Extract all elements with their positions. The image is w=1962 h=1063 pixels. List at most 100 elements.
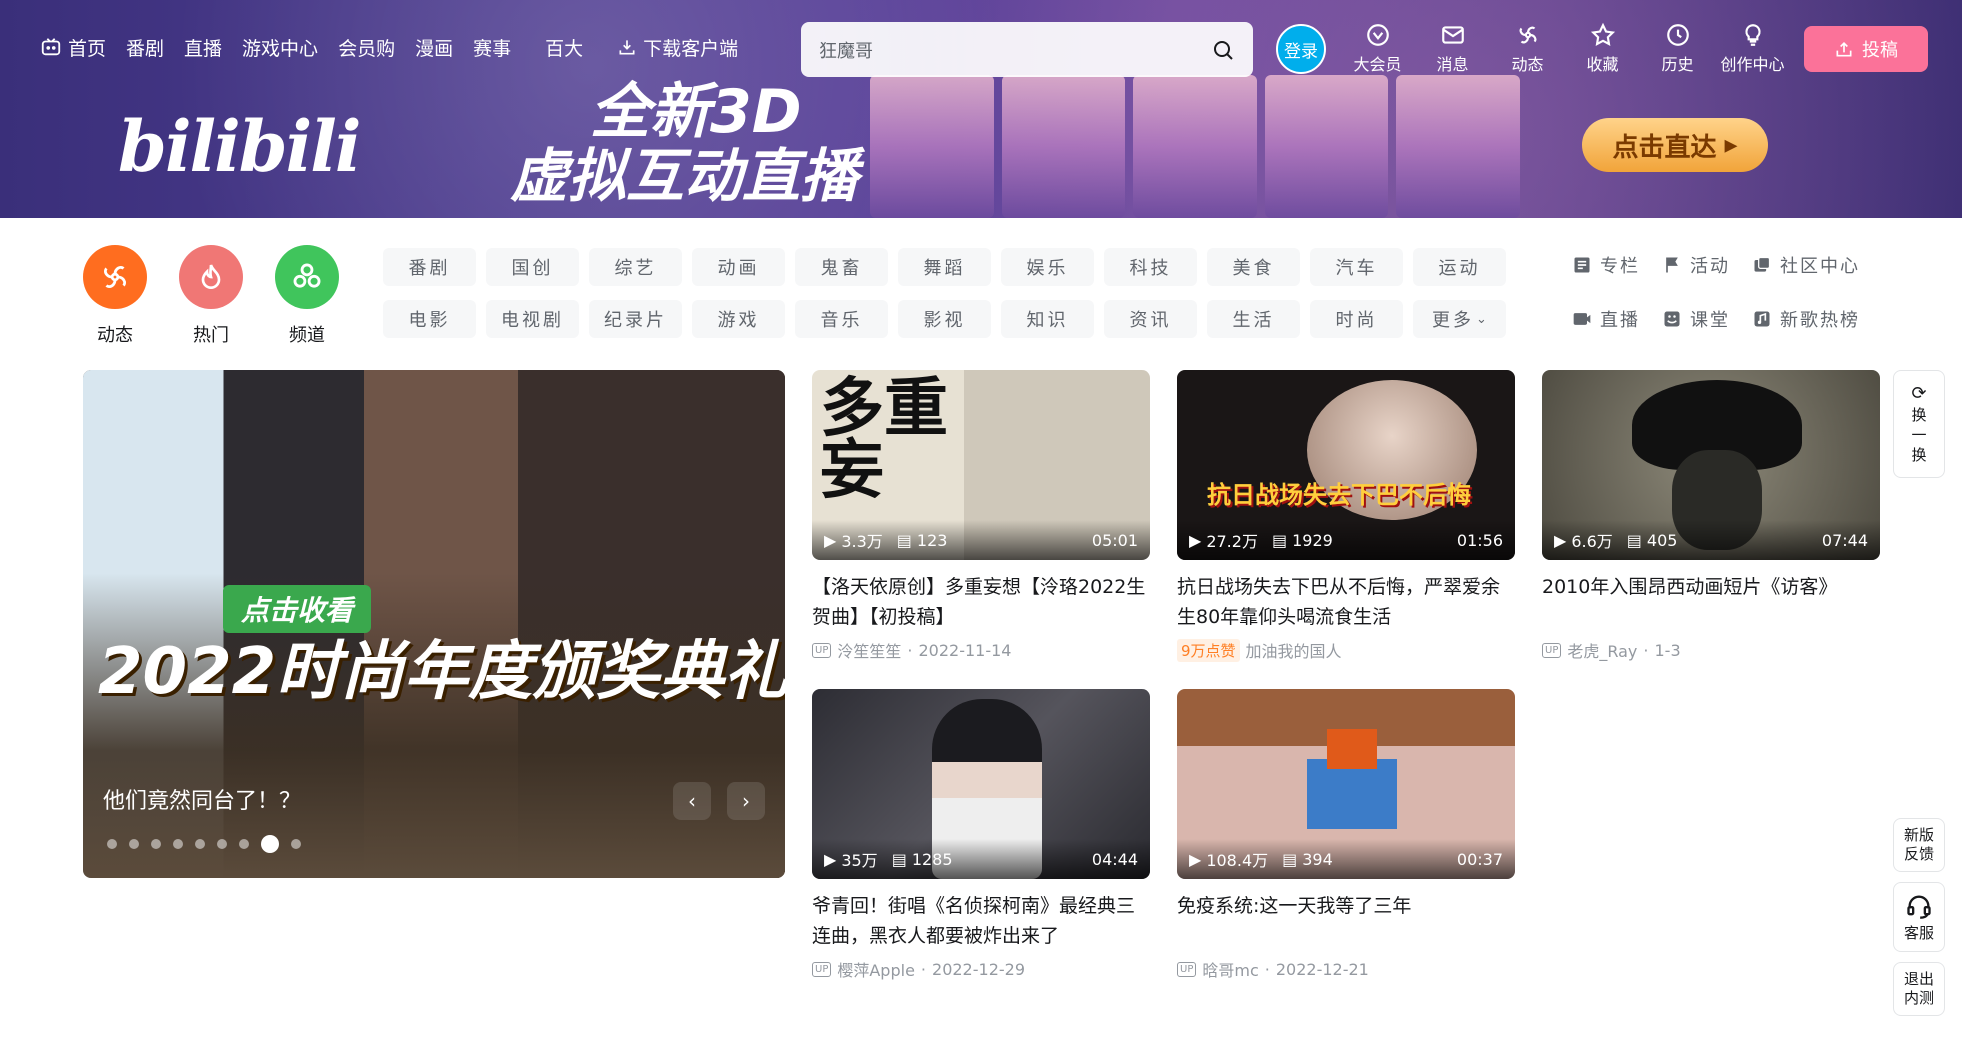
channel-tv[interactable]: 电视剧 <box>486 300 579 338</box>
extra-class[interactable]: 课堂 <box>1662 302 1730 336</box>
nav-item-esports[interactable]: 赛事 <box>463 34 521 61</box>
nav-item-manga[interactable]: 漫画 <box>405 34 463 61</box>
channel-kichiku[interactable]: 鬼畜 <box>795 248 888 286</box>
nav-vip[interactable]: 大会员 <box>1340 22 1415 75</box>
thumbnail-block-figure <box>1307 759 1397 829</box>
carousel-dot[interactable] <box>239 839 249 849</box>
video-thumbnail[interactable]: ▶ 6.6万 ▤ 405 07:44 <box>1542 370 1880 560</box>
extra-activity[interactable]: 活动 <box>1662 248 1730 282</box>
nav-item-bangumi[interactable]: 番剧 <box>116 34 174 61</box>
channel-knowledge[interactable]: 知识 <box>1001 300 1094 338</box>
video-thumbnail[interactable]: 抗日战场失去下巴不后悔 ▶ 27.2万 ▤ 1929 01:56 <box>1177 370 1515 560</box>
carousel-prev-button[interactable]: ‹ <box>673 782 711 820</box>
feedback-button[interactable]: 新版反馈 <box>1893 818 1945 872</box>
video-author[interactable]: 晗哥mc <box>1202 957 1258 981</box>
channel-music[interactable]: 音乐 <box>795 300 888 338</box>
nav-item-home[interactable]: 首页 <box>30 34 116 61</box>
login-button[interactable]: 登录 <box>1276 24 1326 74</box>
video-author[interactable]: 老虎_Ray <box>1567 638 1637 662</box>
video-thumbnail[interactable]: ▶ 108.4万 ▤ 394 00:37 <box>1177 689 1515 879</box>
banner-line2: 虚拟互动直播 <box>510 141 859 210</box>
featured-carousel[interactable]: 点击收看 2022时尚年度颁奖典礼！ 他们竟然同台了！？ ‹ › <box>83 370 785 878</box>
channel-game[interactable]: 游戏 <box>692 300 785 338</box>
extra-article[interactable]: 专栏 <box>1572 248 1640 282</box>
channel-sports[interactable]: 运动 <box>1413 248 1506 286</box>
channel-variety[interactable]: 综艺 <box>589 248 682 286</box>
nav-item-mall[interactable]: 会员购 <box>328 34 405 61</box>
channel-film[interactable]: 影视 <box>898 300 991 338</box>
channel-food[interactable]: 美食 <box>1207 248 1300 286</box>
channel-entertainment[interactable]: 娱乐 <box>1001 248 1094 286</box>
carousel-dot[interactable] <box>217 839 227 849</box>
channel-dance[interactable]: 舞蹈 <box>898 248 991 286</box>
nav-item-game-center[interactable]: 游戏中心 <box>232 34 328 61</box>
channel-grid: 番剧 国创 综艺 动画 鬼畜 舞蹈 娱乐 科技 美食 汽车 运动 电影 电视剧 … <box>383 248 1506 338</box>
channel-life[interactable]: 生活 <box>1207 300 1300 338</box>
nav-dynamic[interactable]: 动态 <box>1490 22 1565 75</box>
channel-more[interactable]: 更多 ⌄ <box>1413 300 1506 338</box>
carousel-dot[interactable] <box>291 839 301 849</box>
video-author[interactable]: 泠笙笙笙 <box>837 638 901 662</box>
video-thumbnail[interactable]: ▶ 35万 ▤ 1285 04:44 <box>812 689 1150 879</box>
nav-history[interactable]: 历史 <box>1640 22 1715 75</box>
exit-beta-button[interactable]: 退出内测 <box>1893 962 1945 1016</box>
nav-message[interactable]: 消息 <box>1415 22 1490 75</box>
extra-community[interactable]: 社区中心 <box>1752 248 1860 282</box>
channel-news[interactable]: 资讯 <box>1104 300 1197 338</box>
banner-cta-button[interactable]: 点击直达 ▸ <box>1582 118 1768 172</box>
carousel-dot[interactable] <box>173 839 183 849</box>
channel-documentary[interactable]: 纪录片 <box>589 300 682 338</box>
video-title[interactable]: 免疫系统:这一天我等了三年 <box>1177 891 1515 951</box>
carousel-dot[interactable] <box>151 839 161 849</box>
channel-car[interactable]: 汽车 <box>1310 248 1403 286</box>
refresh-button[interactable]: ⟳ 换一换 <box>1893 370 1945 478</box>
channel-fashion[interactable]: 时尚 <box>1310 300 1403 338</box>
channel-tech[interactable]: 科技 <box>1104 248 1197 286</box>
carousel-next-button[interactable]: › <box>727 782 765 820</box>
nav-item-live[interactable]: 直播 <box>174 34 232 61</box>
carousel-dot[interactable] <box>107 839 117 849</box>
bilibili-logo[interactable]: bilibili <box>118 105 361 188</box>
quick-entry-channel[interactable]: 频道 <box>274 245 340 347</box>
channel-animation[interactable]: 动画 <box>692 248 785 286</box>
quick-entry-dynamic[interactable]: 动态 <box>82 245 148 347</box>
video-card[interactable]: ▶ 6.6万 ▤ 405 07:44 2010年入围昂西动画短片《访客》 UP 老虎… <box>1542 370 1880 662</box>
nav-creator[interactable]: 创作中心 <box>1715 22 1790 75</box>
nav-favorites[interactable]: 收藏 <box>1565 22 1640 75</box>
search-input[interactable] <box>819 39 1211 60</box>
search-box <box>801 22 1253 77</box>
search-icon[interactable] <box>1211 38 1235 62</box>
carousel-dot-active[interactable] <box>261 835 279 853</box>
nav-item-download[interactable]: 下载客户端 <box>607 34 748 61</box>
customer-service-button[interactable]: 客服 <box>1893 882 1945 952</box>
play-count-icon: ▶ <box>1189 849 1202 869</box>
extra-music-chart[interactable]: 新歌热榜 <box>1752 302 1860 336</box>
banner-promo-title[interactable]: 全新3D 虚拟互动直播 <box>510 80 858 207</box>
video-title[interactable]: 【洛天依原创】多重妄想【泠珞2022生贺曲】【初投稿】 <box>812 572 1150 632</box>
up-badge-icon: UP <box>812 642 832 658</box>
flame-icon <box>179 245 243 309</box>
video-thumbnail[interactable]: 多重妄 ▶ 3.3万 ▤ 123 05:01 <box>812 370 1150 560</box>
carousel-dot[interactable] <box>195 839 205 849</box>
video-title[interactable]: 抗日战场失去下巴从不后悔，严翠爱余生80年靠仰头喝流食生活 <box>1177 572 1515 632</box>
video-title[interactable]: 2010年入围昂西动画短片《访客》 <box>1542 572 1880 632</box>
upload-button[interactable]: 投稿 <box>1804 26 1928 72</box>
extra-live[interactable]: 直播 <box>1572 302 1640 336</box>
video-card[interactable]: 抗日战场失去下巴不后悔 ▶ 27.2万 ▤ 1929 01:56 抗日战场失去下巴从… <box>1177 370 1515 662</box>
video-card[interactable]: 多重妄 ▶ 3.3万 ▤ 123 05:01 【洛天依原创】多重妄想【泠珞2022生… <box>812 370 1150 662</box>
channel-bangumi[interactable]: 番剧 <box>383 248 476 286</box>
up-badge-icon: UP <box>812 961 832 977</box>
video-title[interactable]: 爷青回！街唱《名侦探柯南》最经典三连曲，黑衣人都要被炸出来了 <box>812 891 1150 951</box>
video-author[interactable]: 樱萍Apple <box>837 957 915 981</box>
video-date: 2022-12-29 <box>932 959 1025 979</box>
video-card[interactable]: ▶ 108.4万 ▤ 394 00:37 免疫系统:这一天我等了三年 UP 晗哥mc… <box>1177 689 1515 981</box>
video-author[interactable]: 加油我的国人 <box>1246 638 1342 662</box>
nav-item-top100[interactable]: 百大 <box>535 34 593 61</box>
video-card[interactable]: ▶ 35万 ▤ 1285 04:44 爷青回！街唱《名侦探柯南》最经典三连曲，黑衣人… <box>812 689 1150 981</box>
carousel-caption[interactable]: 他们竟然同台了！？ <box>103 783 301 815</box>
hot-badge: 9万点赞 <box>1177 638 1240 662</box>
channel-movie[interactable]: 电影 <box>383 300 476 338</box>
channel-guochuang[interactable]: 国创 <box>486 248 579 286</box>
carousel-dot[interactable] <box>129 839 139 849</box>
quick-entry-hot[interactable]: 热门 <box>178 245 244 347</box>
